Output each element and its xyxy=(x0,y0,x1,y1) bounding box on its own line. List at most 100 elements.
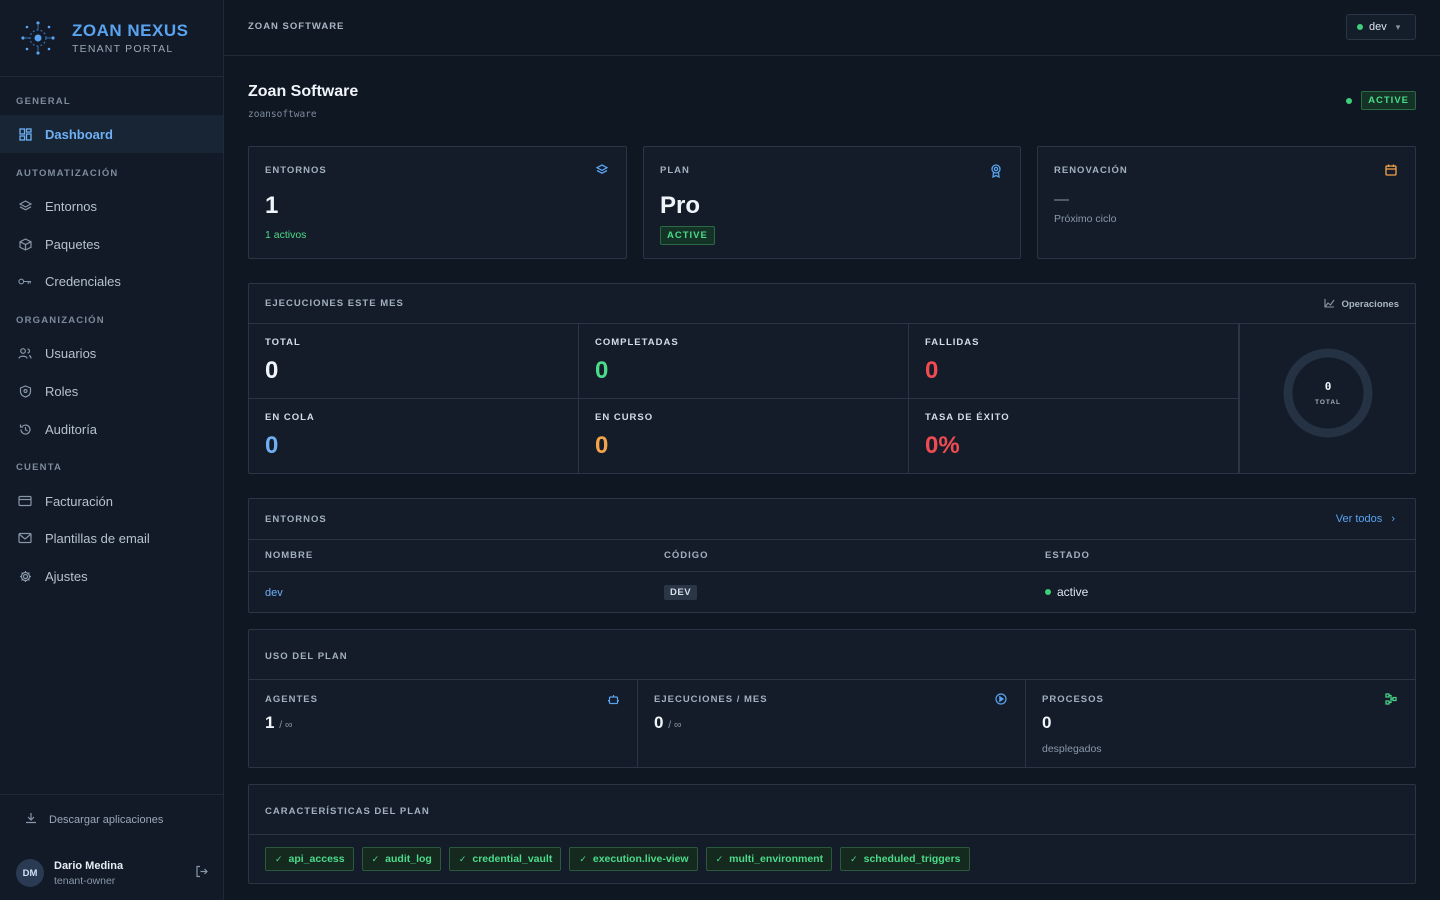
credit-card-icon xyxy=(18,494,32,508)
user-profile[interactable]: DM Dario Medina tenant-owner xyxy=(16,857,208,889)
check-icon: ✓ xyxy=(458,853,467,864)
card-entornos: ENTORNOS 1 1 activos xyxy=(248,146,627,259)
sidebar-item-label: Plantillas de email xyxy=(45,530,150,546)
award-icon xyxy=(990,164,1002,181)
feature-chip: ✓ execution.live-view xyxy=(569,847,698,871)
usage-label: PROCESOS xyxy=(1042,694,1104,705)
feature-label: execution.live-view xyxy=(592,853,689,865)
robot-icon xyxy=(607,693,620,708)
download-apps-label: Descargar aplicaciones xyxy=(49,813,164,826)
sidebar-item-entornos[interactable]: Entornos xyxy=(0,187,223,225)
chart-line-icon xyxy=(1324,298,1335,311)
usage-header: USO DEL PLAN xyxy=(249,630,1415,680)
see-all-label: Ver todos xyxy=(1335,513,1383,525)
section-general: GENERAL xyxy=(16,96,71,107)
download-icon xyxy=(25,812,37,827)
feature-chip: ✓ audit_log xyxy=(361,847,441,871)
plan-status-badge: ACTIVE xyxy=(660,226,715,245)
sidebar-item-credenciales[interactable]: Credenciales xyxy=(0,262,223,300)
calendar-icon xyxy=(1385,164,1397,179)
sidebar-footer: Descargar aplicaciones DM Dario Medina t… xyxy=(0,794,223,900)
brand[interactable]: ZOAN NEXUS TENANT PORTAL xyxy=(0,0,223,77)
sidebar-item-auditoria[interactable]: Auditoría xyxy=(0,410,223,448)
status-dot xyxy=(1346,97,1353,104)
metric-label: TOTAL xyxy=(265,337,301,348)
card-label: PLAN xyxy=(660,165,690,176)
usage-label: EJECUCIONES / MES xyxy=(654,694,768,705)
environment-selector[interactable]: dev ▾ xyxy=(1346,14,1416,40)
usage-value: 0 / ∞ xyxy=(654,713,682,733)
entornos-active-count: 1 activos xyxy=(265,229,307,241)
card-plan-features: CARACTERÍSTICAS DEL PLAN ✓ api_access ✓ au… xyxy=(248,784,1416,884)
check-icon: ✓ xyxy=(715,853,724,864)
features-list: ✓ api_access ✓ audit_log ✓ credential_vault… xyxy=(265,847,970,871)
brand-name: ZOAN NEXUS xyxy=(72,20,189,40)
sidebar-item-label: Usuarios xyxy=(45,345,97,361)
feature-label: api_access xyxy=(288,853,345,865)
renovacion-sub: Próximo ciclo xyxy=(1054,213,1117,225)
sidebar-item-dashboard[interactable]: Dashboard xyxy=(0,115,223,153)
chevron-down-icon: ▾ xyxy=(1395,21,1401,32)
section-automatizacion: AUTOMATIZACIÓN xyxy=(16,168,119,179)
history-icon xyxy=(18,422,32,436)
environments-title: ENTORNOS xyxy=(265,514,327,525)
sidebar-item-facturacion[interactable]: Facturación xyxy=(0,482,223,520)
feature-chip: ✓ scheduled_triggers xyxy=(840,847,970,871)
package-icon xyxy=(18,237,32,251)
sidebar-item-paquetes[interactable]: Paquetes xyxy=(0,225,223,263)
usage-ejecuciones: EJECUCIONES / MES 0 / ∞ xyxy=(638,680,1026,768)
operations-link[interactable]: Operaciones xyxy=(1324,298,1399,311)
metric-label: TASA DE ÉXITO xyxy=(925,412,1010,423)
feature-label: audit_log xyxy=(385,853,432,865)
metric-label: FALLIDAS xyxy=(925,337,980,348)
feature-label: multi_environment xyxy=(729,853,824,865)
download-apps-link[interactable]: Descargar aplicaciones xyxy=(25,812,163,827)
card-renovacion: RENOVACIÓN — Próximo ciclo xyxy=(1037,146,1416,259)
topbar: ZOAN SOFTWARE dev ▾ xyxy=(224,0,1440,56)
layers-icon xyxy=(595,164,609,179)
usage-limit: / ∞ xyxy=(279,719,293,731)
metric-tasa-exito: TASA DE ÉXITO 0% xyxy=(909,399,1239,474)
gear-icon xyxy=(18,569,32,583)
logout-icon[interactable] xyxy=(195,865,208,881)
card-environments: ENTORNOS Ver todos › NOMBRE CÓDIGO ESTAD… xyxy=(248,498,1416,613)
sidebar-item-ajustes[interactable]: Ajustes xyxy=(0,557,223,595)
metric-value: 0% xyxy=(925,432,960,459)
sidebar-item-label: Auditoría xyxy=(45,421,98,437)
env-selected-value: dev xyxy=(1369,21,1387,33)
metric-value: 0 xyxy=(595,432,609,459)
sidebar-item-plantillas-email[interactable]: Plantillas de email xyxy=(0,519,223,557)
state-dot xyxy=(1045,589,1051,595)
metric-completadas: COMPLETADAS 0 xyxy=(579,324,909,399)
sidebar-item-usuarios[interactable]: Usuarios xyxy=(0,334,223,372)
column-header-estado: ESTADO xyxy=(1045,550,1090,561)
usage-title: USO DEL PLAN xyxy=(265,651,348,662)
sidebar-item-label: Credenciales xyxy=(45,273,121,289)
usage-limit: / ∞ xyxy=(668,719,682,731)
metric-value: 0 xyxy=(595,357,609,384)
sidebar-item-label: Facturación xyxy=(45,493,113,509)
sidebar-item-roles[interactable]: Roles xyxy=(0,372,223,410)
check-icon: ✓ xyxy=(579,853,587,864)
usage-agentes: AGENTES 1 / ∞ xyxy=(249,680,638,768)
env-name-link[interactable]: dev xyxy=(265,587,283,599)
plan-name: Pro xyxy=(660,192,701,219)
feature-chip: ✓ multi_environment xyxy=(705,847,833,871)
features-title: CARACTERÍSTICAS DEL PLAN xyxy=(265,806,430,817)
breadcrumb: ZOAN SOFTWARE xyxy=(248,21,345,32)
workflow-icon xyxy=(1385,693,1397,708)
card-label: RENOVACIÓN xyxy=(1054,165,1128,176)
check-icon: ✓ xyxy=(850,853,858,864)
sidebar: ZOAN NEXUS TENANT PORTAL GENERAL Dashboa… xyxy=(0,0,224,900)
metric-label: COMPLETADAS xyxy=(595,337,679,348)
tenant-status: ACTIVE xyxy=(1346,91,1416,110)
metric-value: 0 xyxy=(925,357,939,384)
dashboard-icon xyxy=(18,127,32,141)
usage-number: 1 xyxy=(265,713,275,732)
env-state-label: active xyxy=(1057,585,1089,599)
chevron-right-icon: › xyxy=(1391,513,1395,525)
users-icon xyxy=(18,346,32,360)
see-all-link[interactable]: Ver todos › xyxy=(1336,513,1395,525)
avatar: DM xyxy=(16,859,44,887)
column-header-nombre: NOMBRE xyxy=(265,550,314,561)
